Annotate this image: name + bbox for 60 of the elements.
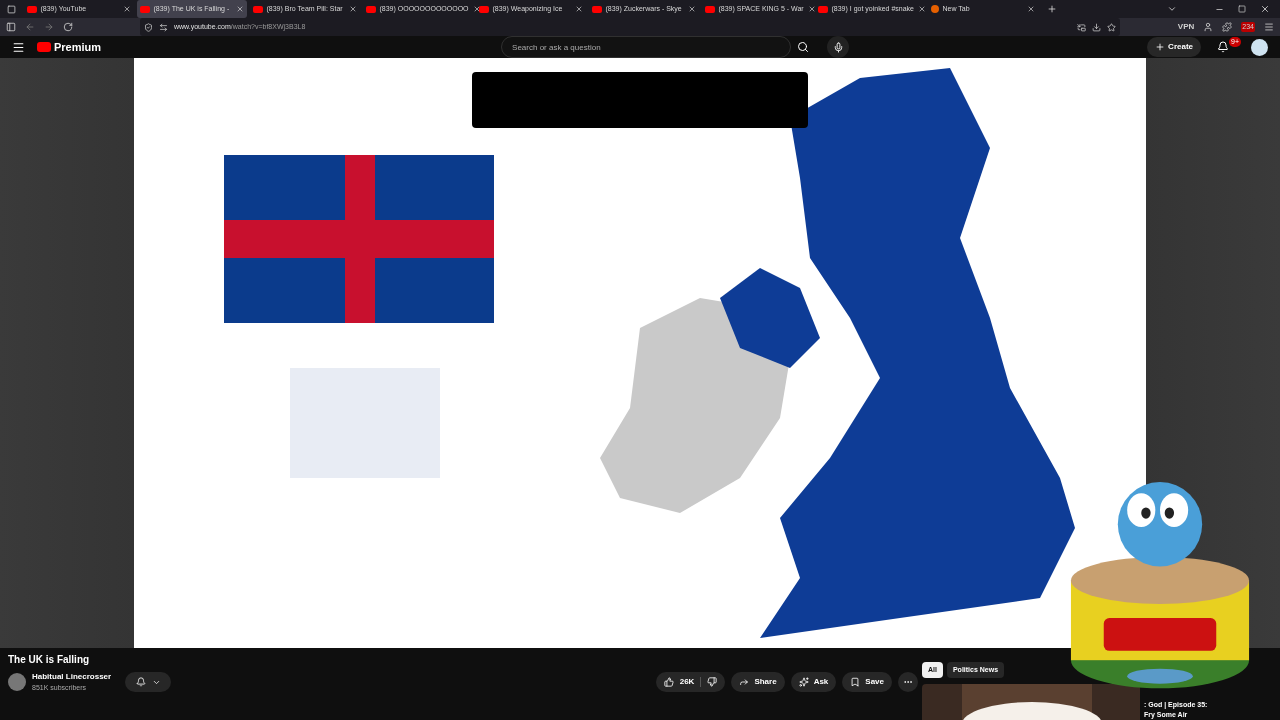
mic-button[interactable] xyxy=(827,36,850,58)
youtube-icon xyxy=(704,5,715,13)
youtube-icon xyxy=(139,5,150,13)
menu-icon[interactable] xyxy=(12,40,25,54)
close-icon[interactable] xyxy=(807,5,816,13)
close-icon[interactable] xyxy=(472,5,481,13)
swap-icon xyxy=(159,22,168,32)
close-icon[interactable] xyxy=(122,5,131,13)
download-icon[interactable] xyxy=(1092,22,1101,32)
sparkle-icon xyxy=(798,677,809,688)
restore-icon[interactable] xyxy=(1238,5,1246,13)
bell-icon xyxy=(135,677,146,688)
close-icon[interactable] xyxy=(574,5,583,13)
like-dislike-button[interactable]: 26K xyxy=(655,672,726,693)
forward-icon[interactable] xyxy=(44,22,54,32)
thumbs-up-icon xyxy=(663,677,674,688)
reload-icon[interactable] xyxy=(63,22,73,32)
close-icon[interactable] xyxy=(687,5,696,13)
vpn-button[interactable]: VPN xyxy=(1177,21,1195,33)
youtube-icon xyxy=(252,5,263,13)
new-tab-icon[interactable] xyxy=(1047,4,1057,14)
close-icon[interactable] xyxy=(348,5,357,13)
subscription-button[interactable] xyxy=(125,672,172,693)
channel-avatar[interactable] xyxy=(8,673,26,692)
youtube-icon xyxy=(365,5,376,13)
sidebar-icon[interactable] xyxy=(6,22,16,32)
globe-icon xyxy=(930,5,939,13)
youtube-icon xyxy=(817,5,828,13)
close-icon[interactable] xyxy=(1260,4,1270,14)
bookmark-star-icon[interactable] xyxy=(1107,22,1116,32)
youtube-logo[interactable]: Premium xyxy=(37,38,102,56)
like-count: 26K xyxy=(679,676,695,689)
plus-icon xyxy=(1155,42,1166,52)
picture-in-picture-icon[interactable] xyxy=(1077,22,1086,32)
search-field[interactable]: Search or ask a question xyxy=(501,36,792,58)
share-icon xyxy=(739,677,750,688)
action-button[interactable]: Share xyxy=(731,672,785,693)
close-icon[interactable] xyxy=(918,5,926,13)
close-icon[interactable] xyxy=(1026,5,1035,13)
back-icon[interactable] xyxy=(25,22,35,32)
youtube-icon xyxy=(478,5,489,13)
action-button[interactable]: Save xyxy=(842,672,892,693)
microphone-icon xyxy=(832,41,844,53)
video-title: The UK is Falling xyxy=(8,653,91,667)
close-icon[interactable] xyxy=(235,5,244,13)
youtube-icon xyxy=(591,5,602,13)
more-button[interactable] xyxy=(898,672,918,693)
avatar[interactable] xyxy=(1251,38,1268,56)
shield-icon xyxy=(144,22,153,32)
action-button[interactable]: Ask xyxy=(790,672,837,693)
thumbs-down-icon xyxy=(707,677,718,688)
create-button[interactable]: Create xyxy=(1147,37,1201,57)
channel-name[interactable]: Habitual Linecrosser xyxy=(32,671,112,683)
youtube-icon xyxy=(26,5,37,13)
notifications-icon[interactable] xyxy=(1217,41,1229,53)
chevron-icon[interactable] xyxy=(1167,4,1177,14)
search-icon[interactable] xyxy=(797,41,810,53)
account-icon[interactable] xyxy=(1203,22,1214,32)
bookmark-icon xyxy=(850,677,861,688)
extension-icon[interactable] xyxy=(1222,22,1233,32)
